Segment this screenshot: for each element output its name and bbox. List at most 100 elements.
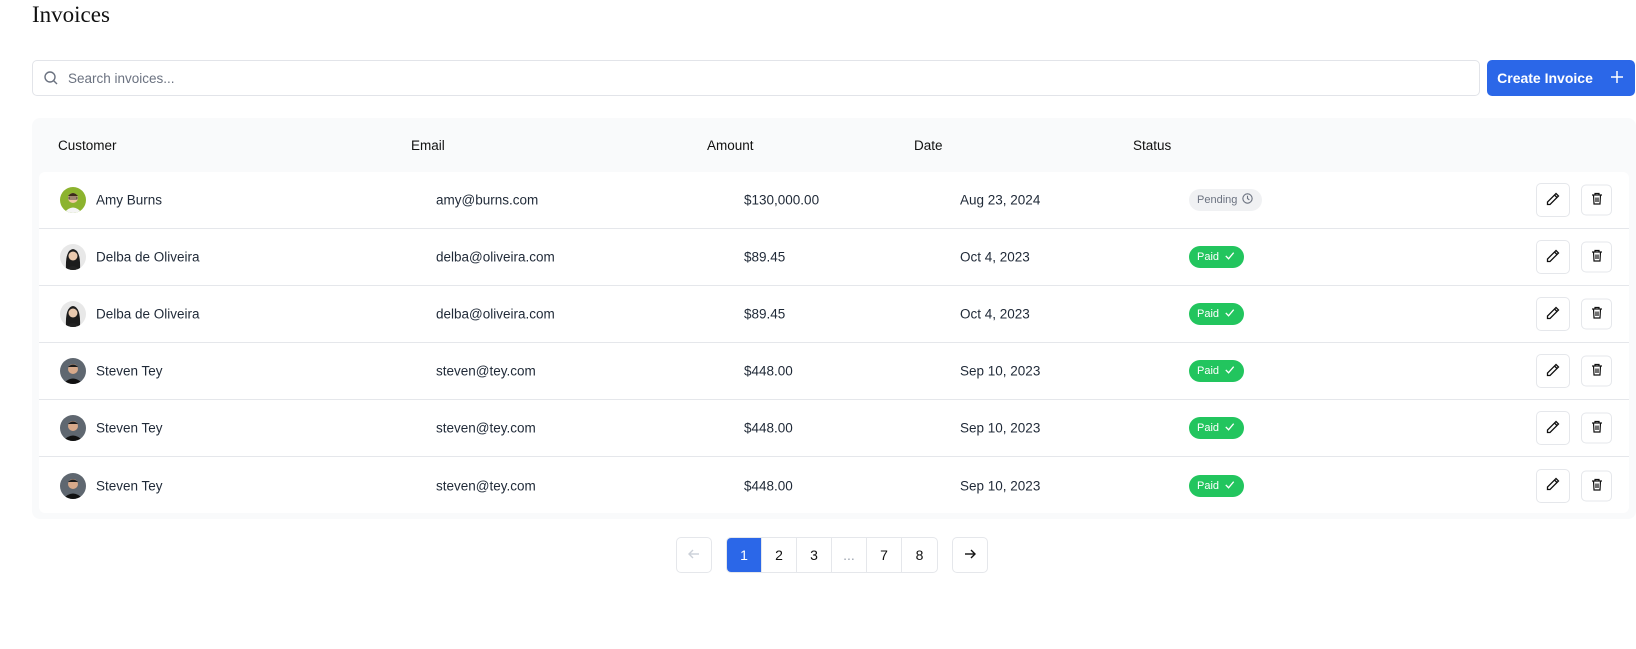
status-badge: Paid [1189,417,1245,439]
status-label: Paid [1197,251,1220,263]
customer-name: Delba de Oliveira [96,249,200,265]
avatar [60,472,86,499]
customer-email: steven@tey.com [436,363,536,379]
pencil-icon [1545,305,1561,324]
table-row: Steven Tey steven@tey.com $448.00 Sep 10, 2… [39,343,1629,400]
column-header-email: Email [411,138,445,153]
page-title: Invoices [32,2,110,27]
trash-icon [1590,363,1604,380]
avatar [60,358,86,384]
table-row: Amy Burns amy@burns.com $130,000.00 Aug 23,… [39,172,1629,229]
delete-invoice-button[interactable] [1581,412,1612,444]
customer-email: delba@oliveira.com [436,249,555,265]
page-button-2[interactable]: 2 [762,538,797,572]
invoice-date: Aug 23, 2024 [960,192,1041,208]
invoice-date: Sep 10, 2023 [960,420,1041,436]
customer-name: Amy Burns [96,192,163,208]
pencil-icon [1545,248,1561,267]
table-body: Amy Burns amy@burns.com $130,000.00 Aug 23,… [39,172,1629,513]
status-label: Paid [1197,365,1220,377]
status-badge: Paid [1189,474,1245,497]
status-label: Pending [1197,194,1238,206]
invoice-amount: $448.00 [744,478,793,493]
clock-icon [1241,192,1254,208]
pencil-icon [1545,419,1561,438]
search-icon [43,70,59,86]
table-row: Steven Tey steven@tey.com $448.00 Sep 10, 2… [39,457,1629,514]
arrow-left-icon [686,546,702,565]
check-icon [1223,420,1236,436]
invoice-amount: $89.45 [744,306,786,322]
page-button-1[interactable]: 1 [727,538,762,572]
table-row: Delba de Oliveira delba@oliveira.com $89.4… [39,286,1629,343]
trash-icon [1590,477,1604,494]
status-label: Paid [1197,308,1220,320]
pencil-icon [1545,476,1561,495]
column-header-date: Date [914,138,943,153]
status-badge-cell: Paid [1189,474,1245,497]
edit-invoice-button[interactable] [1536,411,1570,445]
trash-icon [1590,420,1604,437]
status-badge-cell: Paid [1189,246,1245,268]
invoice-date: Oct 4, 2023 [960,249,1030,265]
invoice-amount: $89.45 [744,249,786,265]
customer-email: amy@burns.com [436,192,539,208]
check-icon [1223,249,1236,265]
trash-icon [1590,306,1604,323]
edit-invoice-button[interactable] [1536,183,1570,217]
delete-invoice-button[interactable] [1581,470,1612,501]
edit-invoice-button[interactable] [1536,240,1570,274]
check-icon [1223,363,1236,379]
invoices-table: Customer Email Amount Date Status Amy Bu… [32,118,1636,519]
avatar [60,415,86,441]
pencil-icon [1545,191,1561,210]
table-header: Customer Email Amount Date Status [32,118,1636,172]
customer-email: delba@oliveira.com [436,306,555,322]
avatar [60,244,86,270]
trash-icon [1590,192,1604,209]
invoice-amount: $448.00 [744,420,793,436]
delete-invoice-button[interactable] [1581,241,1612,273]
page-button-8[interactable]: 8 [902,538,937,572]
page-button-3[interactable]: 3 [797,538,832,572]
delete-invoice-button[interactable] [1581,298,1612,330]
check-icon [1223,306,1236,322]
edit-invoice-button[interactable] [1536,354,1570,388]
status-label: Paid [1197,479,1220,492]
status-badge: Paid [1189,303,1245,325]
customer-name: Steven Tey [96,478,163,493]
arrow-right-icon [962,546,978,565]
column-header-amount: Amount [707,138,754,153]
status-badge-cell: Pending [1189,189,1263,211]
search-input[interactable] [68,61,1479,95]
status-badge-cell: Paid [1189,303,1245,325]
customer-email: steven@tey.com [436,420,536,436]
edit-invoice-button[interactable] [1536,468,1570,503]
status-label: Paid [1197,422,1220,434]
avatar [60,187,86,213]
invoice-date: Sep 10, 2023 [960,478,1041,493]
next-page-button[interactable] [952,537,988,573]
previous-page-button[interactable] [676,537,712,573]
pagination: 1 2 3... 7 8 [726,537,938,573]
check-icon [1223,478,1236,494]
delete-invoice-button[interactable] [1581,184,1612,216]
pagination-ellipsis: ... [832,538,867,572]
edit-invoice-button[interactable] [1536,297,1570,331]
column-header-status: Status [1133,138,1172,153]
status-badge-cell: Paid [1189,360,1245,382]
create-invoice-button[interactable]: Create Invoice [1487,60,1635,96]
delete-invoice-button[interactable] [1581,355,1612,387]
table-row: Steven Tey steven@tey.com $448.00 Sep 10, 2… [39,400,1629,457]
column-header-customer: Customer [58,138,117,153]
avatar [60,301,86,327]
plus-icon [1609,69,1625,88]
invoice-amount: $130,000.00 [744,192,820,208]
page-button-7[interactable]: 7 [867,538,902,572]
search-bar[interactable] [32,60,1480,96]
status-badge: Paid [1189,360,1245,382]
customer-name: Steven Tey [96,363,163,379]
customer-name: Steven Tey [96,420,163,436]
customer-name: Delba de Oliveira [96,306,200,322]
status-badge: Paid [1189,246,1245,268]
